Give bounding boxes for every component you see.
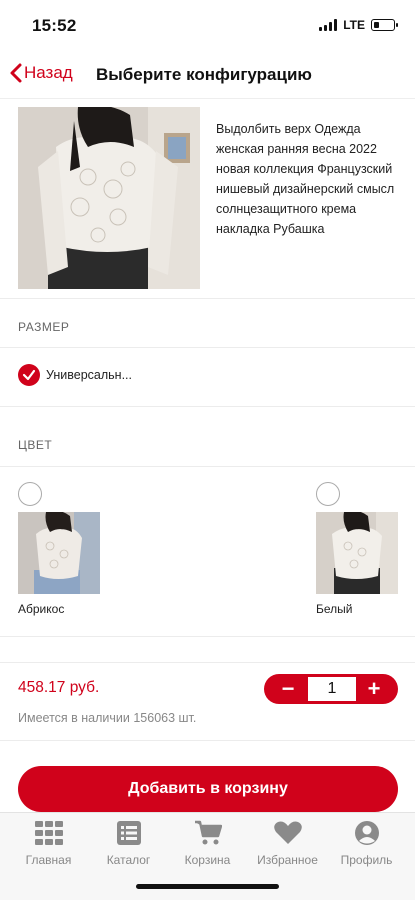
tab-catalog[interactable]: Каталог [87,819,170,867]
heart-icon [273,819,302,847]
divider [0,298,415,299]
increase-quantity-button[interactable]: + [354,674,394,704]
size-option-universal[interactable]: Универсальн... [18,364,132,386]
product-summary: Выдолбить верх Одежда женская ранняя вес… [0,98,415,298]
checkmark-icon [18,364,40,386]
tab-profile[interactable]: Профиль [325,819,408,867]
divider [0,347,415,348]
home-indicator [136,884,279,889]
status-bar: 15:52 LTE [0,0,415,52]
page-title: Выберите конфигурацию [96,65,312,84]
catalog-list-icon [115,819,143,847]
radio-button[interactable] [18,482,42,506]
tab-label: Профиль [340,853,393,867]
tab-label: Главная [25,853,72,867]
navigation-bar: Назад Выберите конфигурацию [0,52,415,98]
grid-icon [34,819,63,847]
color-option-apricot[interactable]: Абрикос [18,482,100,616]
cart-icon [194,819,222,847]
divider [0,406,415,407]
color-option-white[interactable]: Белый [316,482,398,616]
divider [0,740,415,741]
price: 458.17 руб. [18,679,100,696]
back-button[interactable]: Назад [8,62,73,84]
chevron-left-icon [10,63,22,83]
status-time: 15:52 [32,16,77,35]
signal-icon [319,19,338,31]
battery-icon [371,19,398,31]
product-image[interactable] [18,107,200,289]
back-label: Назад [24,63,73,82]
divider [0,636,415,637]
status-indicators: LTE [319,18,398,32]
tab-favorites[interactable]: Избранное [246,819,329,867]
tab-bar: Главная Каталог Корзина Избранное Профил… [0,812,415,900]
product-description: Выдолбить верх Одежда женская ранняя вес… [216,122,395,236]
color-thumbnail[interactable] [316,512,398,594]
size-section-label: РАЗМЕР [18,320,70,334]
stock-availability: Имеется в наличии 156063 шт. [18,711,197,725]
tab-label: Избранное [257,853,318,867]
add-to-cart-button[interactable]: Добавить в корзину [18,766,398,812]
tab-label: Каталог [106,853,151,867]
color-section-label: ЦВЕТ [18,438,53,452]
network-label: LTE [343,18,365,32]
tab-cart[interactable]: Корзина [166,819,249,867]
color-thumbnail[interactable] [18,512,100,594]
battery-level [373,21,379,28]
divider [0,662,415,663]
profile-icon [353,819,381,847]
color-option-label: Абрикос [18,602,65,616]
size-option-label: Универсальн... [46,368,132,382]
quantity-input[interactable] [308,677,356,701]
tab-label: Корзина [184,853,231,867]
color-option-label: Белый [316,602,353,616]
tab-home[interactable]: Главная [7,819,90,867]
quantity-stepper: − + [264,674,398,704]
divider [0,466,415,467]
radio-button[interactable] [316,482,340,506]
decrease-quantity-button[interactable]: − [268,674,308,704]
